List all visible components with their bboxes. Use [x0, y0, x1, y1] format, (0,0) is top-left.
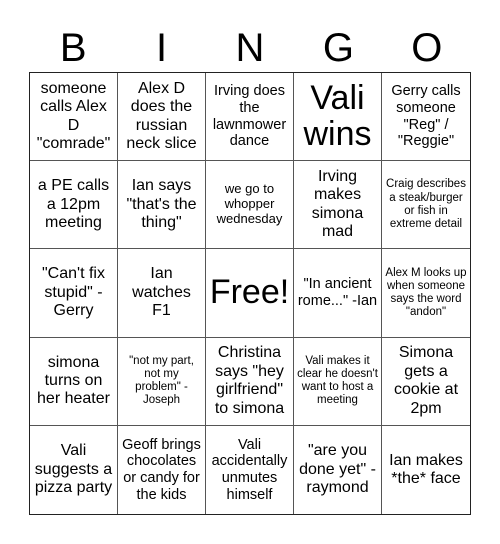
cell-text: Vali wins [303, 78, 372, 153]
cell-text: "not my part, not my problem" -Joseph [129, 354, 194, 407]
cell-text: Craig describes a steak/burger or fish i… [386, 178, 466, 230]
bingo-cell-o3[interactable]: Alex M looks up when someone says the wo… [382, 249, 470, 338]
bingo-cell-g4[interactable]: Vali makes it clear he doesn't want to h… [294, 337, 382, 426]
bingo-cell-o5[interactable]: Ian makes *the* face [382, 426, 470, 514]
bingo-cell-i2[interactable]: Ian says "that's the thing" [118, 161, 206, 250]
header-letter-o: O [411, 26, 443, 70]
cell-text: simona turns on her heater [37, 353, 110, 408]
cell-text: Geoff brings chocolates or candy for the… [122, 436, 201, 503]
bingo-cell-g1[interactable]: Vali wins [294, 73, 382, 162]
bingo-cell-i5[interactable]: Geoff brings chocolates or candy for the… [118, 425, 206, 514]
bingo-cell-o1[interactable]: Gerry calls someone "Reg" / "Reggie" [382, 73, 470, 162]
cell-text: "are you done yet" -raymond [299, 442, 376, 497]
bingo-cell-i4[interactable]: "not my part, not my problem" -Joseph [118, 337, 206, 426]
bingo-card-grid: someone calls Alex D "comrade" Alex D doe… [29, 72, 471, 515]
free-space-cell[interactable]: Free! [206, 249, 294, 338]
bingo-cell-n2[interactable]: we go to whopper wednesday [206, 161, 294, 250]
cell-text: Irving does the lawnmower dance [212, 83, 287, 150]
bingo-header: B I N G O [29, 24, 471, 72]
cell-text: Gerry calls someone "Reg" / "Reggie" [391, 83, 461, 150]
cell-text: "In ancient rome..." -Ian [297, 276, 378, 309]
bingo-cell-b5[interactable]: Vali suggests a pizza party [30, 425, 118, 514]
bingo-cell-o2[interactable]: Craig describes a steak/burger or fish i… [382, 161, 470, 250]
bingo-cell-g3[interactable]: "In ancient rome..." -Ian [294, 249, 382, 338]
bingo-cell-o4[interactable]: Simona gets a cookie at 2pm [382, 338, 470, 426]
bingo-cell-n4[interactable]: Christina says "hey girlfriend" to simon… [206, 337, 294, 426]
cell-text: we go to whopper wednesday [216, 181, 283, 227]
cell-text: Ian makes *the* face [389, 451, 463, 487]
cell-text: Ian watches F1 [132, 265, 191, 320]
cell-text: Alex M looks up when someone says the wo… [385, 266, 467, 319]
bingo-cell-i3[interactable]: Ian watches F1 [118, 249, 206, 338]
bingo-cell-i1[interactable]: Alex D does the russian neck slice [118, 73, 206, 162]
cell-text: Free! [209, 273, 290, 312]
cell-text: someone calls Alex D "comrade" [36, 79, 111, 152]
bingo-cell-b4[interactable]: simona turns on her heater [30, 337, 118, 426]
cell-text: Alex D does the russian neck slice [126, 79, 197, 152]
header-letter-i: I [156, 26, 168, 70]
cell-text: Vali accidentally unmutes himself [211, 436, 288, 503]
bingo-cell-n1[interactable]: Irving does the lawnmower dance [206, 73, 294, 162]
header-letter-b: B [59, 26, 87, 70]
bingo-cell-b3[interactable]: "Can't fix stupid" -Gerry [30, 249, 118, 338]
header-letter-n: N [235, 26, 265, 70]
cell-text: Ian says "that's the thing" [126, 177, 197, 231]
cell-text: Christina says "hey girlfriend" to simon… [214, 344, 285, 417]
cell-text: Simona gets a cookie at 2pm [393, 344, 459, 417]
bingo-cell-g5[interactable]: "are you done yet" -raymond [294, 425, 382, 514]
cell-text: "Can't fix stupid" -Gerry [42, 265, 105, 320]
bingo-cell-n5[interactable]: Vali accidentally unmutes himself [206, 425, 294, 514]
bingo-cell-b2[interactable]: a PE calls a 12pm meeting [30, 161, 118, 250]
bingo-cell-b1[interactable]: someone calls Alex D "comrade" [30, 73, 118, 162]
header-letter-g: G [322, 26, 354, 70]
cell-text: a PE calls a 12pm meeting [37, 177, 110, 231]
bingo-cell-g2[interactable]: Irving makes simona mad [294, 161, 382, 250]
cell-text: Irving makes simona mad [311, 168, 364, 241]
cell-text: Vali suggests a pizza party [34, 442, 113, 497]
cell-text: Vali makes it clear he doesn't want to h… [297, 354, 378, 407]
